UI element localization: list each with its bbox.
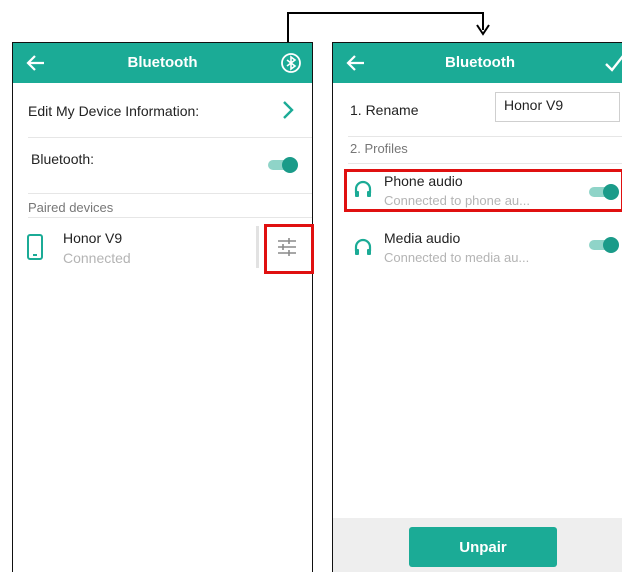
bluetooth-scan-icon[interactable]: [280, 52, 302, 74]
divider: [348, 136, 622, 137]
toggle-knob: [603, 237, 619, 253]
bluetooth-label: Bluetooth:: [31, 151, 95, 167]
divider: [28, 217, 312, 218]
bluetooth-settings-screen: Bluetooth Edit My Device Information: Bl…: [12, 42, 313, 572]
paired-devices-header: Paired devices: [28, 200, 114, 215]
confirm-check-icon[interactable]: [603, 52, 622, 74]
divider: [28, 193, 312, 194]
highlight-settings-icon: [264, 224, 314, 274]
device-status: Connected: [63, 250, 131, 266]
device-name: Honor V9: [63, 230, 123, 246]
profile-status: Connected to media au...: [384, 250, 530, 265]
connector-arrowhead-icon: [476, 24, 490, 36]
connector-line-horizontal: [287, 12, 484, 14]
profile-name: Media audio: [384, 230, 461, 246]
page-title: Bluetooth: [127, 54, 198, 71]
media-audio-toggle[interactable]: [589, 237, 619, 253]
title-bar: Bluetooth: [13, 43, 312, 83]
highlight-phone-audio-row: [344, 169, 622, 212]
divider: [348, 163, 622, 164]
toggle-knob: [282, 157, 298, 173]
title-bar: Bluetooth: [333, 43, 622, 83]
rename-label: 1. Rename: [350, 102, 419, 118]
bluetooth-toggle[interactable]: [268, 157, 298, 173]
vertical-separator: [256, 226, 259, 268]
chevron-right-icon[interactable]: [281, 99, 295, 121]
rename-input[interactable]: Honor V9: [495, 92, 620, 122]
page-title: Bluetooth: [445, 54, 515, 71]
unpair-button[interactable]: Unpair: [409, 527, 557, 567]
phone-device-icon: [27, 234, 43, 260]
headphones-icon: [354, 238, 372, 255]
edit-device-info-item[interactable]: Edit My Device Information:: [28, 103, 199, 119]
profiles-header: 2. Profiles: [350, 141, 408, 156]
divider: [28, 137, 312, 138]
device-detail-screen: Bluetooth 1. Rename Honor V9 2. Profiles…: [332, 42, 622, 572]
bottom-action-bar: Unpair: [333, 518, 622, 572]
